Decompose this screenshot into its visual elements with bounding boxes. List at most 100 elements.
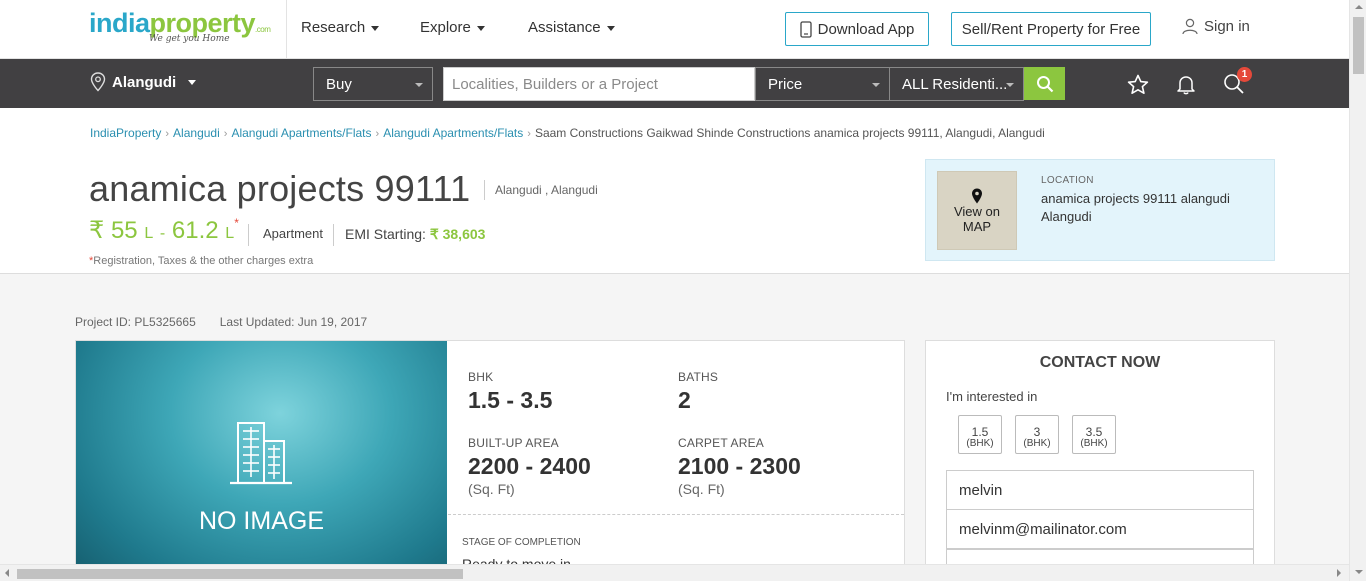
city-selector[interactable]: Alangudi	[90, 72, 197, 92]
search-button[interactable]	[1024, 67, 1065, 100]
download-app-label: Download App	[817, 20, 915, 38]
name-field[interactable]	[946, 470, 1254, 510]
price-select[interactable]: Price	[755, 67, 890, 101]
location-heading: LOCATION	[1041, 175, 1094, 186]
logo-text-india: india	[89, 8, 150, 38]
map-pin-icon	[972, 188, 982, 203]
scroll-down-icon[interactable]	[1355, 570, 1363, 574]
chevron-down-icon	[1006, 83, 1014, 87]
no-image-label: NO IMAGE	[198, 507, 324, 535]
breadcrumb-separator-icon: ›	[223, 128, 228, 140]
notifications-button[interactable]	[1173, 71, 1199, 97]
spec-divider	[448, 514, 904, 515]
contact-form: CONTACT NOW I'm interested in 1.5 (BHK) 3…	[925, 340, 1275, 581]
price-dash: -	[159, 225, 166, 242]
sign-in-label: Sign in	[1204, 18, 1250, 35]
logo-domain: .com	[255, 25, 271, 34]
price-high: 61.2	[171, 217, 219, 244]
site-logo[interactable]: indiaproperty.com We get you Home	[89, 8, 271, 48]
charges-note: *Registration, Taxes & the other charges…	[89, 255, 313, 267]
scroll-right-icon[interactable]	[1337, 569, 1341, 577]
project-id: Project ID: PL5325665	[75, 315, 196, 329]
building-icon	[230, 422, 292, 485]
map-label-line1: View on	[953, 203, 1000, 219]
emi-value: ₹ 38,603	[429, 226, 486, 242]
price-select-value: Price	[768, 75, 803, 93]
breadcrumb-category[interactable]: Alangudi Apartments/Flats	[231, 126, 371, 140]
breadcrumb-city[interactable]: Alangudi	[173, 126, 220, 140]
spec-carpet-value: 2100 - 2300	[678, 453, 801, 479]
nav-research[interactable]: Research	[301, 19, 380, 36]
scroll-up-icon[interactable]	[1355, 5, 1363, 9]
chevron-down-icon	[872, 83, 880, 87]
chevron-down-icon	[476, 25, 485, 31]
vertical-scrollbar[interactable]	[1349, 0, 1366, 581]
spec-builtup-label: BUILT-UP AREA	[468, 436, 559, 450]
last-updated: Last Updated: Jun 19, 2017	[219, 315, 368, 329]
breadcrumb: IndiaProperty › Alangudi › Alangudi Apartmen…	[90, 126, 1045, 140]
price-high-unit: L	[225, 225, 235, 242]
city-label: Alangudi	[112, 73, 177, 91]
chip-value: 3	[1033, 424, 1041, 439]
user-icon	[1182, 18, 1198, 35]
emi-info: EMI Starting: ₹ 38,603	[333, 224, 485, 246]
logo-tagline: We get you Home	[149, 34, 230, 44]
bhk-chip-1-5[interactable]: 1.5 (BHK)	[958, 415, 1002, 454]
map-label-line2: MAP	[962, 218, 992, 234]
nav-research-label: Research	[301, 19, 366, 36]
location-address: anamica projects 99111 alangudi Alangudi	[1041, 190, 1266, 226]
search-input[interactable]	[443, 67, 755, 101]
chip-value: 1.5	[971, 424, 989, 439]
spec-carpet-area: CARPET AREA 2100 - 2300 (Sq. Ft)	[678, 436, 801, 497]
sell-rent-button[interactable]: Sell/Rent Property for Free	[951, 12, 1151, 46]
buy-mode-select[interactable]: Buy	[313, 67, 433, 101]
property-type-value: ALL Residenti...	[902, 75, 1008, 93]
chevron-down-icon	[606, 25, 615, 31]
breadcrumb-separator-icon: ›	[375, 128, 380, 140]
nav-assistance[interactable]: Assistance	[528, 19, 615, 36]
bhk-chip-3-5[interactable]: 3.5 (BHK)	[1072, 415, 1116, 454]
view-on-map-button[interactable]: View on MAP	[937, 171, 1017, 250]
emi-label: EMI Starting:	[345, 226, 426, 242]
chip-unit: (BHK)	[966, 437, 994, 449]
spec-bhk-label: BHK	[468, 370, 494, 384]
horizontal-scroll-thumb[interactable]	[17, 569, 463, 579]
sell-rent-label: Sell/Rent Property for Free	[961, 20, 1141, 38]
stage-label: STAGE OF COMPLETION	[462, 537, 581, 548]
chip-unit: (BHK)	[1080, 437, 1108, 449]
download-app-button[interactable]: Download App	[785, 12, 929, 46]
breadcrumb-subcategory[interactable]: Alangudi Apartments/Flats	[383, 126, 523, 140]
spec-baths-label: BATHS	[678, 370, 719, 384]
mobile-phone-icon	[799, 20, 812, 38]
horizontal-scrollbar[interactable]	[0, 564, 1349, 581]
chevron-down-icon	[188, 79, 197, 85]
search-icon	[1036, 75, 1053, 92]
price-range: ₹ 55 L - 61.2 L*	[89, 216, 239, 245]
spec-baths: BATHS 2	[678, 370, 718, 414]
scroll-left-icon[interactable]	[5, 569, 9, 577]
bhk-chip-3[interactable]: 3 (BHK)	[1015, 415, 1059, 454]
notification-badge: 1	[1237, 67, 1252, 82]
project-meta: Project ID: PL5325665 Last Updated: Jun 1…	[75, 315, 367, 329]
shortlist-button[interactable]	[1125, 71, 1151, 97]
contact-heading: CONTACT NOW	[1039, 354, 1161, 371]
spec-bhk-value: 1.5 - 3.5	[468, 387, 553, 413]
messages-button[interactable]: 1	[1221, 67, 1252, 97]
email-field[interactable]	[946, 509, 1254, 549]
spec-builtup-value: 2200 - 2400	[468, 453, 591, 479]
location-line2: Alangudi	[1041, 209, 1092, 224]
chip-unit: (BHK)	[1023, 437, 1051, 449]
breadcrumb-home[interactable]: IndiaProperty	[90, 126, 161, 140]
spec-carpet-unit: (Sq. Ft)	[678, 481, 725, 497]
spec-builtup-unit: (Sq. Ft)	[468, 481, 515, 497]
property-type: Apartment	[248, 224, 323, 246]
sign-in-link[interactable]: Sign in	[1182, 18, 1250, 35]
vertical-scroll-thumb[interactable]	[1353, 17, 1364, 74]
nav-explore[interactable]: Explore	[420, 19, 485, 36]
spec-builtup-area: BUILT-UP AREA 2200 - 2400 (Sq. Ft)	[468, 436, 591, 497]
page-title: anamica projects 99111	[89, 168, 471, 209]
interested-label: I'm interested in	[946, 389, 1038, 404]
breadcrumb-current: Saam Constructions Gaikwad Shinde Constr…	[534, 126, 1045, 140]
price-low-unit: L	[144, 225, 154, 242]
property-type-select[interactable]: ALL Residenti...	[889, 67, 1024, 101]
